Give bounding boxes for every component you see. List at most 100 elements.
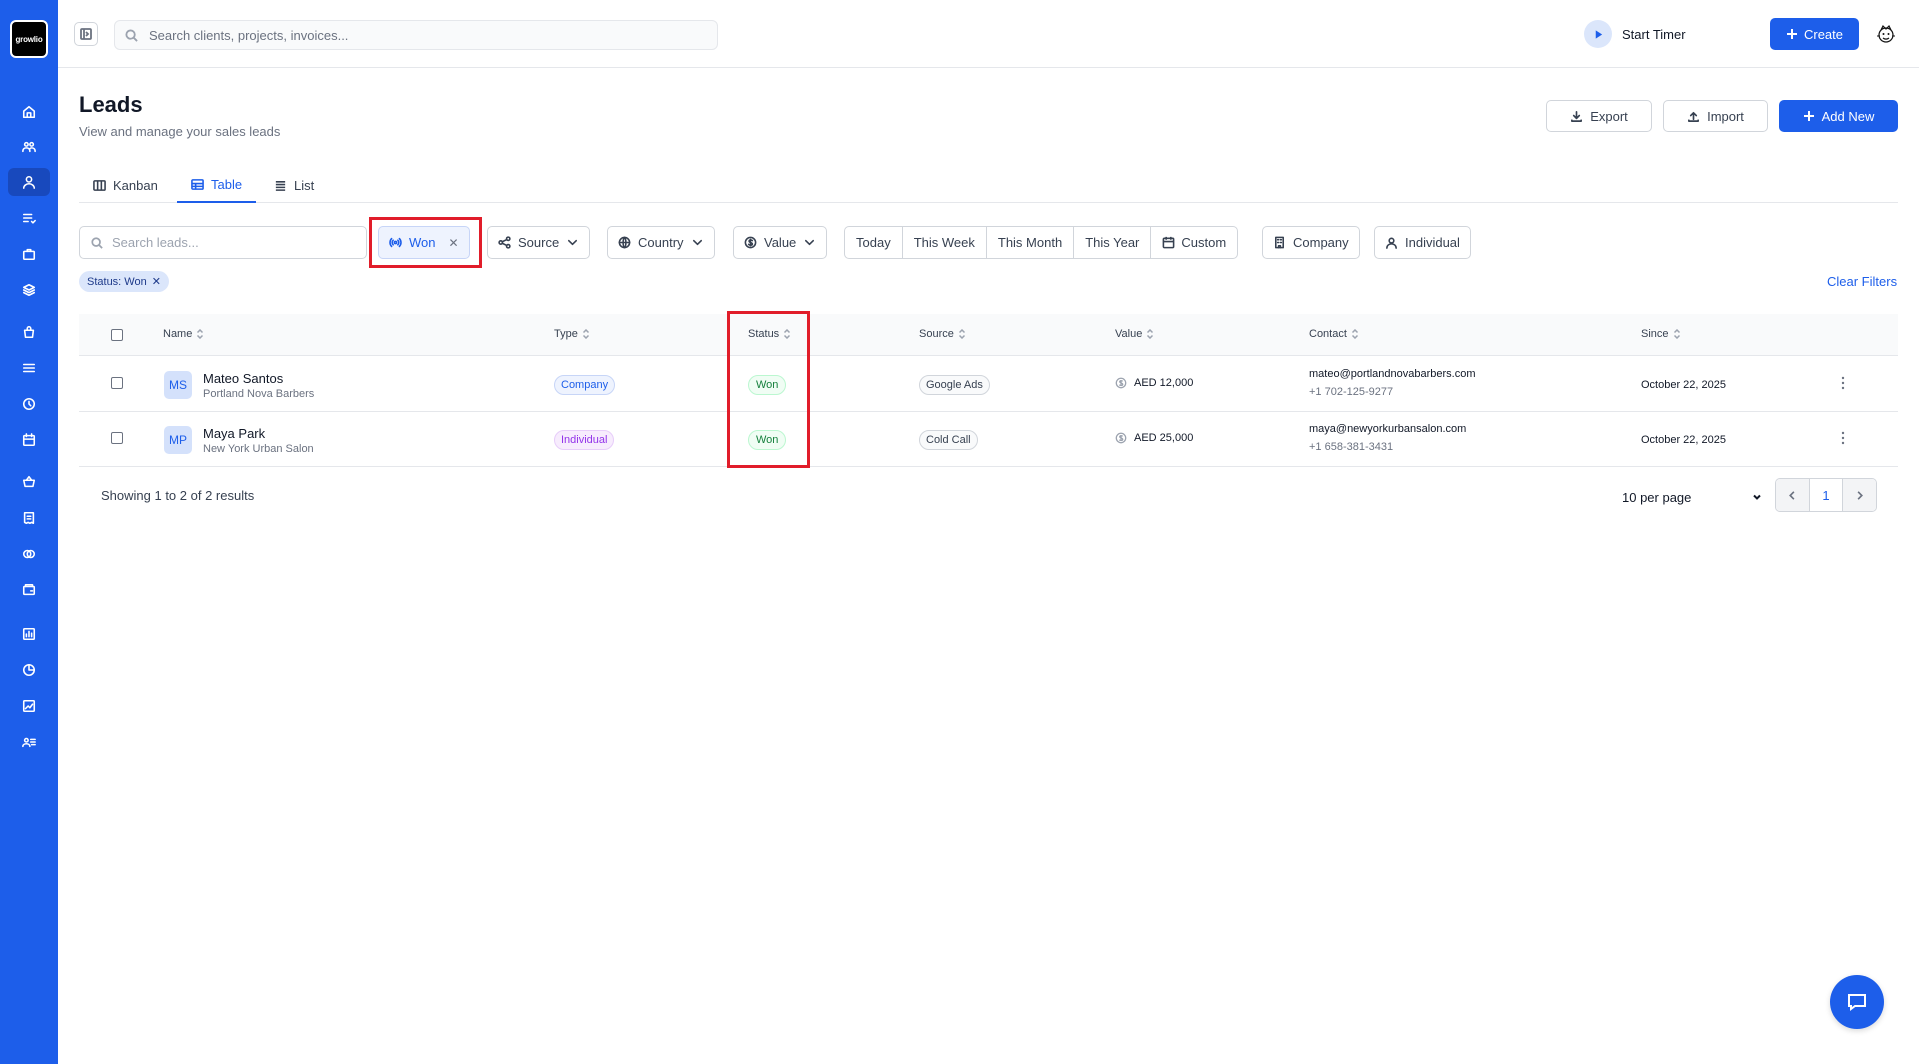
sidebar-item-clients[interactable]	[8, 133, 50, 161]
lead-name[interactable]: Maya Park	[203, 426, 265, 441]
users-group-icon	[22, 141, 36, 153]
globe-icon	[618, 236, 631, 249]
date-this-month[interactable]: This Month	[987, 227, 1075, 258]
lead-search[interactable]	[79, 226, 367, 259]
pagination: 1	[1775, 478, 1877, 512]
lead-search-input[interactable]	[112, 227, 360, 258]
dollar-circle-icon	[744, 236, 757, 249]
sidebar-item-invoices[interactable]	[8, 504, 50, 532]
column-since[interactable]: Since	[1641, 328, 1681, 340]
sidebar-item-menu[interactable]	[8, 354, 50, 382]
sidebar-item-team[interactable]	[8, 728, 50, 756]
search-icon	[125, 29, 138, 42]
column-type[interactable]: Type	[554, 328, 590, 340]
user-square-icon	[1386, 237, 1397, 249]
page-title: Leads	[79, 92, 143, 117]
sidebar-item-time[interactable]	[8, 390, 50, 418]
column-value[interactable]: Value	[1115, 328, 1154, 340]
sidebar-item-wallet[interactable]	[8, 576, 50, 604]
start-timer-button[interactable]: Start Timer	[1584, 20, 1686, 48]
sidebar-item-calendar[interactable]	[8, 426, 50, 454]
source-filter[interactable]: Source	[487, 226, 591, 259]
sidebar-item-leads[interactable]	[8, 168, 50, 196]
results-summary: Showing 1 to 2 of 2 results	[101, 488, 255, 503]
create-button[interactable]: Create	[1770, 18, 1859, 50]
row-actions-button[interactable]	[1835, 430, 1851, 446]
sidebar-item-basket[interactable]	[8, 468, 50, 496]
previous-page-button[interactable]	[1776, 479, 1810, 511]
column-source[interactable]: Source	[919, 328, 966, 340]
sidebar: growlio	[0, 0, 58, 1064]
user-avatar[interactable]	[1872, 20, 1900, 48]
date-custom[interactable]: Custom	[1151, 227, 1237, 258]
sort-icon	[1351, 329, 1358, 339]
help-chat-button[interactable]	[1830, 975, 1884, 1029]
avatar-illustration-icon	[1877, 24, 1895, 43]
page-number-button[interactable]: 1	[1809, 479, 1843, 511]
column-since-label: Since	[1641, 328, 1669, 340]
tab-kanban[interactable]: Kanban	[79, 168, 172, 203]
sidebar-item-tasks[interactable]	[8, 204, 50, 232]
bar-chart-icon	[22, 627, 36, 641]
tab-table[interactable]: Table	[177, 168, 257, 203]
share-nodes-icon	[498, 236, 511, 249]
source-badge: Google Ads	[919, 375, 990, 395]
remove-tag-icon[interactable]: ✕	[152, 275, 161, 288]
list-icon	[275, 180, 286, 191]
sidebar-item-reports[interactable]	[8, 620, 50, 648]
receipt-icon	[23, 511, 35, 525]
value-filter[interactable]: Value	[733, 226, 828, 259]
column-contact[interactable]: Contact	[1309, 328, 1359, 340]
date-this-week[interactable]: This Week	[903, 227, 987, 258]
company-filter[interactable]: Company	[1262, 226, 1360, 259]
next-page-button[interactable]	[1842, 479, 1876, 511]
sort-icon	[1673, 329, 1680, 339]
sidebar-item-projects[interactable]	[8, 240, 50, 268]
building-icon	[1274, 236, 1285, 249]
column-contact-label: Contact	[1309, 328, 1347, 340]
import-button[interactable]: Import	[1663, 100, 1768, 132]
value-filter-label: Value	[764, 235, 797, 250]
date-this-year[interactable]: This Year	[1074, 227, 1152, 258]
view-tabs: Kanban Table List	[79, 168, 1898, 203]
dollar-circle-icon	[1115, 377, 1127, 389]
individual-filter[interactable]: Individual	[1374, 226, 1471, 259]
country-filter[interactable]: Country	[607, 226, 715, 259]
sidebar-item-analytics[interactable]	[8, 656, 50, 684]
lead-company: New York Urban Salon	[203, 443, 314, 455]
row-actions-button[interactable]	[1835, 375, 1851, 391]
app-logo[interactable]: growlio	[10, 20, 48, 58]
export-button[interactable]: Export	[1546, 100, 1652, 132]
sort-icon	[582, 329, 589, 339]
clear-filters-link[interactable]: Clear Filters	[1827, 274, 1897, 289]
sidebar-item-layers[interactable]	[8, 276, 50, 304]
sidebar-toggle-button[interactable]	[74, 22, 98, 46]
lead-name[interactable]: Mateo Santos	[203, 371, 283, 386]
row-checkbox[interactable]	[111, 377, 123, 389]
global-search[interactable]	[114, 20, 718, 50]
contact-email[interactable]: maya@newyorkurbansalon.com	[1309, 423, 1466, 435]
sidebar-item-dashboard[interactable]	[8, 692, 50, 720]
select-all-checkbox[interactable]	[111, 329, 123, 341]
sidebar-item-payments[interactable]	[8, 540, 50, 568]
column-name[interactable]: Name	[163, 328, 204, 340]
row-checkbox[interactable]	[111, 432, 123, 444]
add-new-label: Add New	[1821, 108, 1875, 124]
download-icon	[1571, 110, 1583, 122]
table-row[interactable]: MP Maya Park New York Urban Salon Indivi…	[79, 412, 1898, 467]
add-new-button[interactable]: Add New	[1779, 100, 1898, 132]
clock-icon	[22, 397, 36, 411]
date-today[interactable]: Today	[845, 227, 903, 258]
table-header: Name Type Status Source Value Contact Si…	[79, 314, 1898, 356]
table-icon	[191, 179, 204, 190]
sidebar-item-home[interactable]	[8, 98, 50, 126]
table-row[interactable]: MS Mateo Santos Portland Nova Barbers Co…	[79, 357, 1898, 412]
per-page-select[interactable]: 10 per page	[1622, 486, 1762, 508]
search-icon	[91, 237, 103, 249]
tab-list[interactable]: List	[260, 168, 328, 203]
sidebar-item-store[interactable]	[8, 318, 50, 346]
contact-email[interactable]: mateo@portlandnovabarbers.com	[1309, 368, 1475, 380]
global-search-input[interactable]	[149, 21, 709, 49]
home-icon	[22, 105, 36, 119]
coins-icon	[22, 549, 36, 559]
